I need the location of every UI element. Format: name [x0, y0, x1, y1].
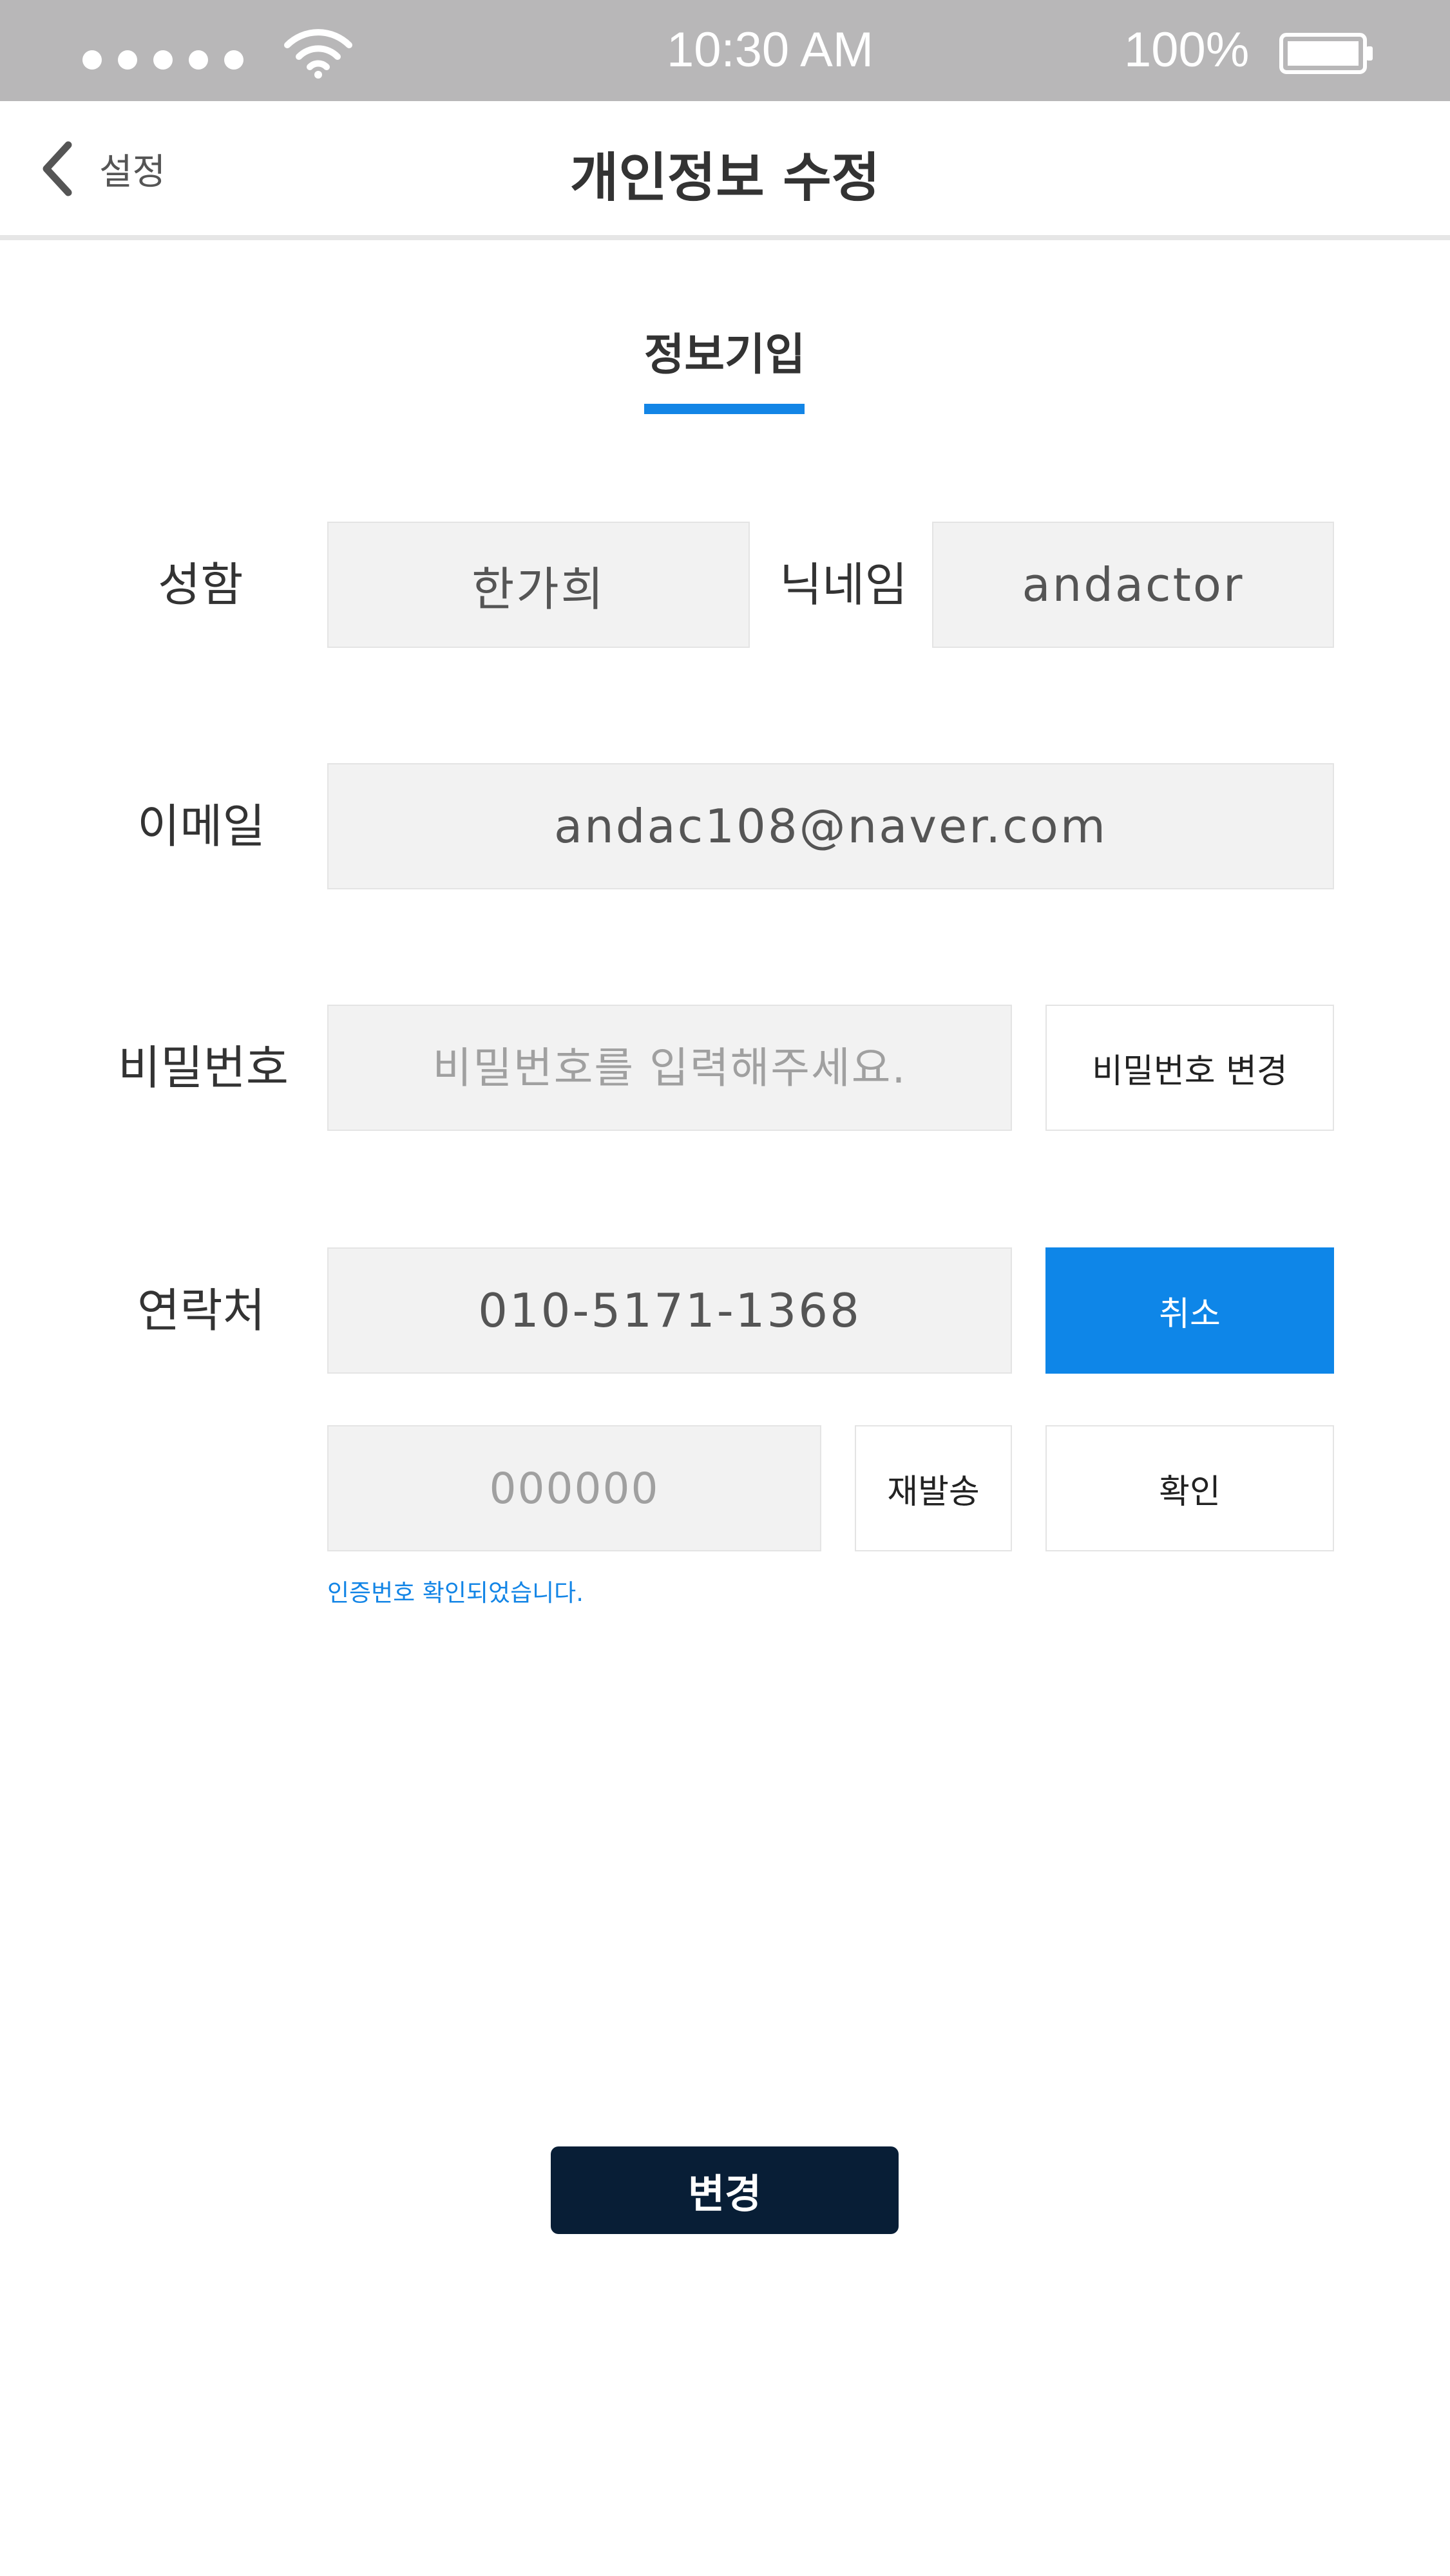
nickname-label: 닉네임: [779, 558, 908, 612]
cancel-button[interactable]: 취소: [1045, 1247, 1334, 1374]
name-value: 한가희: [472, 562, 606, 616]
nickname-field[interactable]: andactor: [932, 522, 1334, 648]
resend-button[interactable]: 재발송: [855, 1425, 1012, 1551]
email-field[interactable]: andac108@naver.com: [327, 763, 1334, 889]
status-time: 10:30 AM: [667, 23, 874, 77]
nav-bar: 설정 개인정보 수정: [0, 101, 1450, 240]
email-value: andac108@naver.com: [554, 799, 1107, 853]
name-label: 성함: [158, 558, 243, 612]
password-label: 비밀번호: [118, 1041, 289, 1095]
tab-active-indicator: [644, 404, 805, 414]
wifi-icon: [284, 29, 352, 79]
contact-label: 연락처: [137, 1283, 265, 1338]
code-input[interactable]: [341, 1463, 807, 1514]
password-input[interactable]: [341, 1042, 998, 1094]
code-field[interactable]: [327, 1425, 821, 1551]
status-bar: 10:30 AM 100%: [0, 0, 1450, 101]
email-label: 이메일: [137, 799, 265, 853]
contact-value: 010-5171-1368: [478, 1283, 861, 1338]
password-field[interactable]: [327, 1005, 1012, 1131]
submit-button[interactable]: 변경: [551, 2146, 899, 2234]
verify-status-message: 인증번호 확인되었습니다.: [327, 1579, 584, 1607]
contact-field[interactable]: 010-5171-1368: [327, 1247, 1012, 1374]
tab-info-entry[interactable]: 정보기입: [628, 319, 821, 383]
name-field[interactable]: 한가희: [327, 522, 750, 648]
nickname-value: andactor: [1022, 558, 1245, 612]
battery-icon: [1279, 33, 1373, 74]
password-change-button[interactable]: 비밀번호 변경: [1045, 1005, 1334, 1131]
battery-percent: 100%: [1124, 23, 1250, 77]
confirm-button[interactable]: 확인: [1045, 1425, 1334, 1551]
page-title: 개인정보 수정: [569, 147, 881, 209]
